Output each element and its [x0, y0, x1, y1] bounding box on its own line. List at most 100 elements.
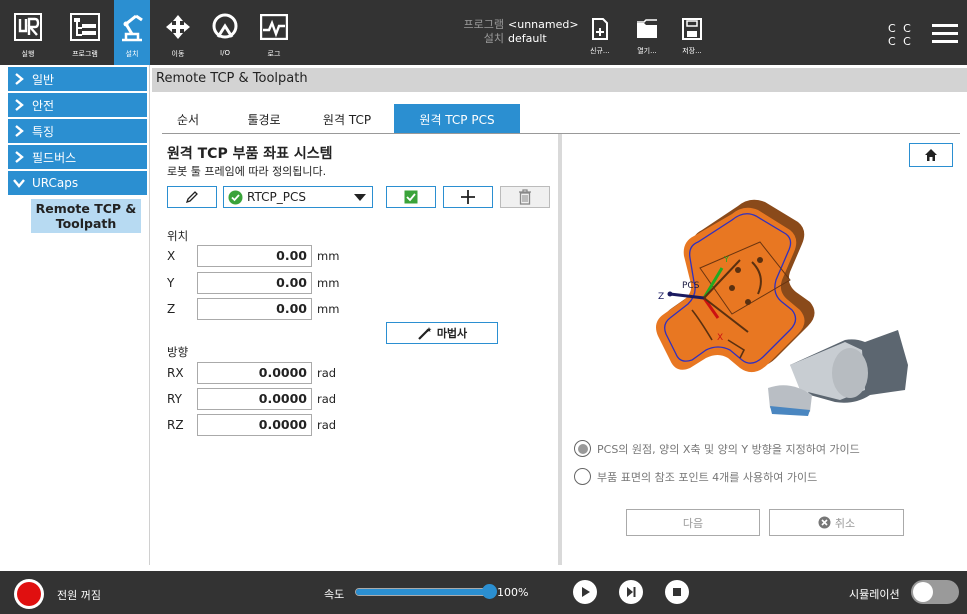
wizard-button[interactable]: 마법사 [386, 322, 498, 344]
tab-installation[interactable]: 설치 [114, 0, 150, 65]
sidebar-item-urcaps[interactable]: URCaps [8, 171, 147, 195]
step-button[interactable] [619, 580, 643, 604]
set-active-button[interactable] [386, 186, 436, 208]
radio-button-selected[interactable] [574, 440, 591, 457]
pcs-label: PCS [682, 281, 700, 291]
sidebar-item-general[interactable]: 일반 [8, 67, 147, 91]
y-axis-label: Y [723, 255, 729, 264]
speed-slider[interactable] [355, 588, 489, 596]
save-icon [682, 18, 702, 40]
program-value: <unnamed> [508, 18, 579, 31]
tcp-select-value: RTCP_PCS [247, 190, 306, 204]
program-info: 프로그램 <unnamed> 설치 default [440, 18, 579, 46]
home-button[interactable] [909, 143, 953, 167]
bottom-bar: 전원 꺼짐 속도 100% 시뮬레이션 [0, 571, 967, 614]
chevron-right-icon [15, 125, 24, 137]
move-arrows-icon [165, 12, 191, 42]
tab-remote-tcp-pcs[interactable]: 원격 TCP PCS [394, 104, 520, 134]
tab-io[interactable]: I/O [207, 0, 243, 65]
plus-icon [461, 190, 475, 204]
radio-option-four-points[interactable]: 부품 표면의 참조 포인트 4개를 사용하여 가이드 [574, 468, 817, 485]
chevron-down-icon [13, 179, 25, 188]
orientation-rx-row: RX 0.0000 rad [167, 362, 367, 384]
tcp-select-dropdown[interactable]: RTCP_PCS [223, 186, 373, 208]
position-z-field[interactable]: 0.00 [197, 298, 312, 320]
cancel-button[interactable]: 취소 [769, 509, 904, 536]
sidebar-item-remote-tcp[interactable]: Remote TCP & Toolpath [31, 199, 141, 233]
speed-value: 100% [497, 586, 529, 599]
position-label: 위치 [167, 229, 189, 243]
top-bar: 실행 프로그램 설치 이동 I/O 로그 프로그램 <unnamed> 설치 d… [0, 0, 967, 65]
chevron-right-icon [15, 99, 24, 111]
cancel-circle-icon [818, 516, 831, 529]
tab-program[interactable]: 프로그램 [58, 0, 112, 65]
program-icon [70, 12, 100, 42]
radio-option-axes[interactable]: PCS의 원점, 양의 X축 및 양의 Y 방향을 지정하여 가이드 [574, 440, 860, 457]
stop-button[interactable] [665, 580, 689, 604]
power-status-label: 전원 꺼짐 [57, 589, 101, 602]
tab-toolpath[interactable]: 툴경로 [236, 104, 292, 134]
z-axis-label: Z [658, 292, 664, 302]
open-folder-icon [637, 19, 657, 38]
save-button[interactable]: 저장... [682, 18, 702, 56]
tab-run[interactable]: 실행 [8, 0, 48, 65]
next-button[interactable]: 다음 [626, 509, 760, 536]
position-z-row: Z 0.00 mm [167, 298, 367, 320]
pcs-illustration: PCS Y X Z [656, 199, 908, 416]
tab-log[interactable]: 로그 [256, 0, 292, 65]
orientation-rz-row: RZ 0.0000 rad [167, 414, 367, 436]
ur-logo-icon [14, 12, 42, 42]
trash-icon [519, 189, 531, 205]
magic-wand-icon [418, 327, 432, 340]
hamburger-menu-icon[interactable] [932, 24, 958, 44]
x-axis-label: X [717, 333, 723, 343]
orientation-label: 방향 [167, 345, 189, 359]
step-icon [627, 587, 636, 597]
polyscope-window: 실행 프로그램 설치 이동 I/O 로그 프로그램 <unnamed> 설치 d… [0, 0, 967, 614]
position-y-field[interactable]: 0.00 [197, 272, 312, 294]
simulation-toggle[interactable] [911, 580, 959, 604]
play-icon [582, 587, 590, 597]
play-button[interactable] [573, 580, 597, 604]
orientation-ry-field[interactable]: 0.0000 [197, 388, 312, 410]
program-key: 프로그램 [463, 18, 504, 31]
page-title: Remote TCP & Toolpath [152, 68, 967, 92]
tab-move[interactable]: 이동 [160, 0, 196, 65]
position-y-row: Y 0.00 mm [167, 272, 367, 294]
stop-icon [673, 588, 681, 596]
radio-button[interactable] [574, 468, 591, 485]
speed-label: 속도 [324, 588, 345, 601]
sidebar: 일반 안전 특징 필드버스 URCaps Remote TCP & Toolpa… [0, 65, 150, 565]
power-button[interactable] [14, 579, 44, 609]
new-file-icon [591, 18, 608, 40]
sidebar-item-fieldbus[interactable]: 필드버스 [8, 145, 147, 169]
position-x-row: X 0.00 mm [167, 245, 367, 267]
new-button[interactable]: 신규... [590, 18, 610, 56]
log-icon [260, 12, 288, 42]
dropdown-caret-icon [354, 194, 366, 201]
home-icon [925, 149, 937, 161]
chevron-right-icon [15, 151, 24, 163]
io-icon [211, 12, 239, 42]
install-key: 설치 [483, 32, 504, 45]
add-tcp-button[interactable] [443, 186, 493, 208]
orientation-rz-field[interactable]: 0.0000 [197, 414, 312, 436]
speed-slider-fill [356, 589, 488, 595]
section-subtitle: 로봇 툴 프레임에 따라 정의됩니다. [167, 165, 327, 178]
orientation-rx-field[interactable]: 0.0000 [197, 362, 312, 384]
chevron-right-icon [15, 73, 24, 85]
sidebar-item-safety[interactable]: 안전 [8, 93, 147, 117]
rename-button[interactable] [167, 186, 217, 208]
sidebar-item-features[interactable]: 특징 [8, 119, 147, 143]
speed-slider-handle[interactable] [482, 584, 497, 599]
tab-remote-tcp[interactable]: 원격 TCP [312, 104, 382, 134]
position-x-field[interactable]: 0.00 [197, 245, 312, 267]
simulation-toggle-knob [913, 582, 933, 602]
orientation-ry-row: RY 0.0000 rad [167, 388, 367, 410]
tab-order[interactable]: 순서 [162, 104, 214, 134]
open-button[interactable]: 열기... [636, 18, 658, 56]
checkbox-check-icon [404, 190, 418, 204]
control-status: C C C C [888, 22, 913, 48]
check-circle-icon [228, 190, 243, 204]
delete-tcp-button[interactable] [500, 186, 550, 208]
